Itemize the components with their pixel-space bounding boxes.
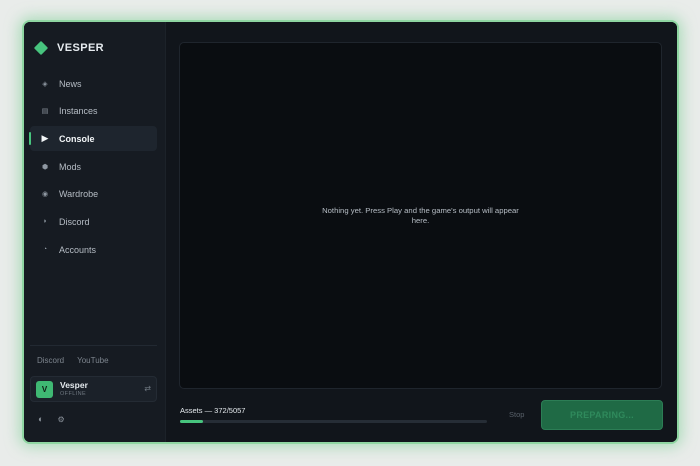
- account-status: OFFLINE: [60, 390, 87, 397]
- launch-bar: Assets — 372/5057 Stop PREPARING...: [166, 389, 677, 442]
- logo-icon: [33, 40, 49, 56]
- console-output[interactable]: Nothing yet. Press Play and the game's o…: [179, 42, 662, 389]
- external-links: Discord YouTube: [37, 356, 109, 365]
- sidebar-footer: ◐ ⚙: [38, 414, 65, 424]
- sidebar-item-wardrobe[interactable]: ◉ Wardrobe: [30, 182, 157, 207]
- sidebar-item-label: Instances: [59, 106, 98, 117]
- gear-icon[interactable]: ⚙: [57, 415, 64, 424]
- app-name: VESPER: [57, 42, 105, 54]
- discord-icon: ◗: [42, 218, 48, 226]
- play-icon: ▶: [41, 133, 49, 144]
- sidebar-item-instances[interactable]: ▤ Instances: [30, 99, 157, 124]
- console-empty-message: Nothing yet. Press Play and the game's o…: [322, 205, 519, 225]
- brand: VESPER: [24, 28, 165, 68]
- sidebar-item-discord[interactable]: ◗ Discord: [30, 209, 157, 234]
- sidebar-divider: [30, 345, 157, 346]
- instances-icon: ▤: [41, 108, 49, 116]
- sidebar-item-label: Accounts: [59, 244, 97, 255]
- main-content: Nothing yet. Press Play and the game's o…: [166, 22, 677, 442]
- youtube-link[interactable]: YouTube: [77, 356, 108, 365]
- progress-bar: [180, 420, 487, 423]
- progress-fill: [180, 420, 203, 423]
- sidebar-item-console[interactable]: ▶ Console: [29, 126, 157, 152]
- sidebar: VESPER ◈ News ▤ Instances ▶ Console ⬢ Mods ◉ Ward…: [24, 22, 166, 442]
- sidebar-nav: ◈ News ▤ Instances ▶ Console ⬢ Mods ◉ Wardrobe ◗ Di…: [24, 71, 165, 262]
- accounts-icon: ◔: [42, 246, 48, 254]
- sidebar-item-news[interactable]: ◈ News: [30, 71, 157, 96]
- app-window: VESPER ◈ News ▤ Instances ▶ Console ⬢ Mods ◉ Ward…: [24, 22, 677, 442]
- mods-icon: ⬢: [41, 163, 49, 171]
- launch-button[interactable]: PREPARING...: [541, 400, 663, 430]
- sidebar-item-label: Wardrobe: [59, 189, 99, 200]
- news-icon: ◈: [42, 80, 48, 88]
- sidebar-item-label: Mods: [59, 161, 82, 172]
- account-card[interactable]: V Vesper OFFLINE ⇄: [30, 376, 157, 402]
- sidebar-item-label: Console: [59, 133, 95, 144]
- avatar: V: [36, 380, 53, 398]
- sidebar-item-mods[interactable]: ⬢ Mods: [30, 154, 157, 179]
- discord-link[interactable]: Discord: [37, 356, 64, 365]
- wardrobe-icon: ◉: [41, 191, 49, 199]
- theme-toggle-icon[interactable]: ◐: [38, 414, 43, 424]
- progress-label: Assets — 372/5057: [180, 406, 246, 415]
- stop-button[interactable]: Stop: [509, 410, 524, 419]
- sidebar-item-label: News: [59, 78, 82, 89]
- switch-account-icon[interactable]: ⇄: [144, 384, 151, 393]
- sidebar-item-label: Discord: [59, 216, 90, 227]
- account-name: Vesper: [60, 380, 88, 390]
- sidebar-item-accounts[interactable]: ◔ Accounts: [30, 237, 157, 262]
